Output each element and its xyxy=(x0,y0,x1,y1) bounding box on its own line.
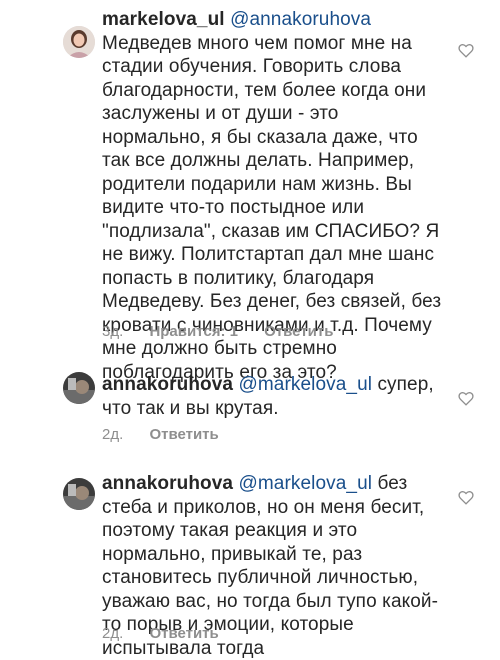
reply-button[interactable]: Ответить xyxy=(149,426,218,443)
reply-button[interactable]: Ответить xyxy=(149,625,218,642)
comment: annakoruhova @markelova_ul без стеба и п… xyxy=(0,460,500,659)
user-avatar-image xyxy=(63,478,95,510)
comment: annakoruhova @markelova_ul супер, что та… xyxy=(0,360,500,450)
avatar[interactable] xyxy=(63,26,95,58)
heart-outline-icon[interactable] xyxy=(458,391,474,406)
comment-time: 2д. xyxy=(102,426,124,443)
comment-time: 3д. xyxy=(102,323,124,340)
comment-meta: 2д. Ответить xyxy=(102,625,241,642)
avatar[interactable] xyxy=(63,372,95,404)
avatar[interactable] xyxy=(63,478,95,510)
heart-outline-icon[interactable] xyxy=(458,490,474,505)
likes-count[interactable]: Нравится: 1 xyxy=(149,323,238,340)
comment-mention[interactable]: @markelova_ul xyxy=(238,374,372,395)
reply-button[interactable]: Ответить xyxy=(264,323,333,340)
comment-username[interactable]: annakoruhova xyxy=(102,374,233,395)
comment-username[interactable]: annakoruhova xyxy=(102,473,233,494)
comment-mention[interactable]: @annakoruhova xyxy=(230,9,371,30)
comment-text: annakoruhova @markelova_ul супер, что та… xyxy=(102,373,442,420)
heart-outline-icon[interactable] xyxy=(458,43,474,58)
comment-time: 2д. xyxy=(102,625,124,642)
comment-username[interactable]: markelova_ul xyxy=(102,9,225,30)
comment-meta: 2д. Ответить xyxy=(102,426,241,443)
user-avatar-image xyxy=(63,26,95,58)
comment-meta: 3д. Нравится: 1 Ответить xyxy=(102,323,355,340)
comment-mention[interactable]: @markelova_ul xyxy=(238,473,372,494)
comment: markelova_ul @annakoruhova Медведев мног… xyxy=(0,0,500,383)
user-avatar-image xyxy=(63,372,95,404)
